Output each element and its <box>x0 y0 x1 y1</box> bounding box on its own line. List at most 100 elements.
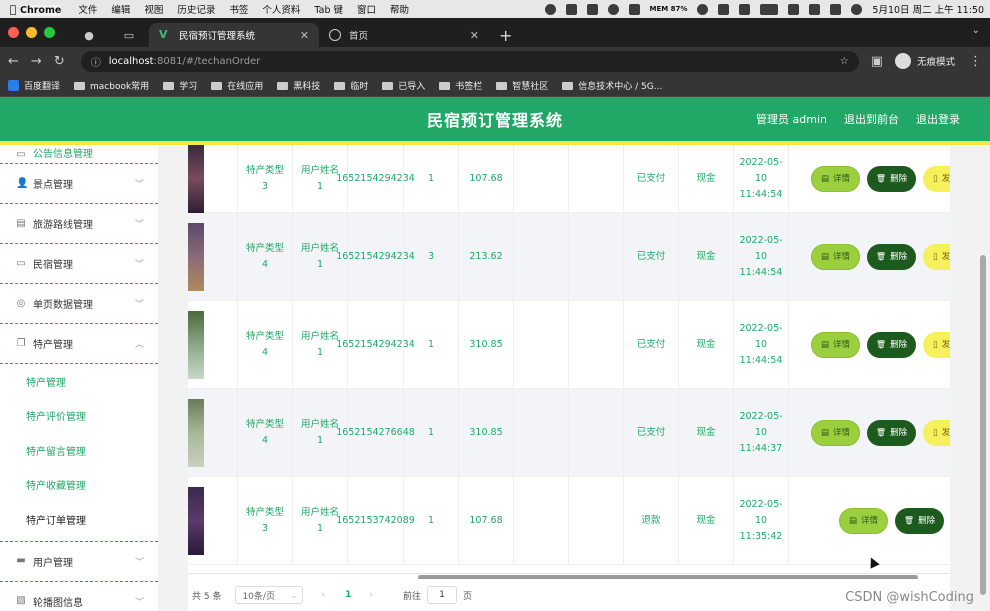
order-number-cell: 1652154276648 <box>336 389 415 476</box>
app-icon[interactable] <box>565 3 577 15</box>
sidebar-item[interactable]: ▭ 民宿管理 ﹀ <box>0 244 158 284</box>
address-bar[interactable]: ⓘ localhost :8081/#/techanOrder ☆ <box>80 50 859 72</box>
reload-icon[interactable]: ↻ <box>54 54 65 69</box>
menu-item[interactable]: 视图 <box>144 5 163 16</box>
sidebar-item[interactable]: ▤ 旅游路线管理 ﹀ <box>0 204 158 244</box>
ship-label: 发 <box>941 339 950 350</box>
menu-item[interactable]: Tab 键 <box>314 5 343 16</box>
apple-icon[interactable]:  <box>6 3 20 16</box>
ring-icon[interactable] <box>697 3 709 15</box>
tab-search-icon[interactable]: ⌄ <box>972 25 980 36</box>
minimize-window-button[interactable] <box>26 27 37 38</box>
sidebar-item[interactable]: ◎ 单页数据管理 ﹀ <box>0 284 158 324</box>
tab-close-icon[interactable]: ✕ <box>300 29 309 42</box>
bell-icon[interactable] <box>586 3 598 15</box>
tab-home[interactable]: 首页 ✕ <box>319 23 489 47</box>
ship-button[interactable]: ▯ 发 <box>923 331 950 358</box>
tab-close-icon[interactable]: ✕ <box>470 29 479 42</box>
current-page[interactable]: 1 <box>345 590 351 600</box>
pinned-tab-globe[interactable]: ● <box>69 23 109 47</box>
prev-page-icon[interactable]: ‹ <box>321 590 325 600</box>
bookmark-star-icon[interactable]: ☆ <box>840 56 849 67</box>
search-icon[interactable] <box>809 3 821 15</box>
menu-app-name[interactable]: Chrome <box>20 5 62 16</box>
sidebar-subitem[interactable]: 特产管理 <box>0 364 158 399</box>
delete-button[interactable]: 🗑 删除 <box>867 419 916 446</box>
status-cell: 已支付 <box>624 145 679 212</box>
sidebar-item-specialty[interactable]: ❐ 特产管理 ︿ <box>0 324 158 364</box>
detail-button[interactable]: ▤ 详情 <box>811 243 860 270</box>
control-center-icon[interactable] <box>830 3 842 15</box>
ship-button[interactable]: ▯ 发 <box>923 165 950 192</box>
delete-button[interactable]: 🗑 删除 <box>895 507 944 534</box>
tab-title: 民宿预订管理系统 <box>179 31 256 42</box>
delete-button[interactable]: 🗑 删除 <box>867 243 916 270</box>
info-icon[interactable]: ⓘ <box>91 54 101 69</box>
window-icon[interactable] <box>718 3 730 15</box>
logout-link[interactable]: 退出登录 <box>916 111 960 127</box>
forward-icon[interactable]: → <box>31 54 42 69</box>
bookmark-item[interactable]: 黑科技 <box>277 79 320 92</box>
mem-indicator[interactable]: MEM 87% <box>650 5 688 13</box>
back-to-front-link[interactable]: 退出到前台 <box>844 111 899 127</box>
menu-item[interactable]: 窗口 <box>357 5 376 16</box>
bookmark-item[interactable]: 已导入 <box>382 79 425 92</box>
menu-item[interactable]: 历史记录 <box>177 5 215 16</box>
vertical-scroll-thumb[interactable] <box>980 255 986 595</box>
goto-page-input[interactable]: 1 <box>426 586 457 604</box>
menu-item[interactable]: 编辑 <box>111 5 130 16</box>
bookmark-item[interactable]: 智慧社区 <box>496 79 548 92</box>
bookmark-item[interactable]: 在线应用 <box>211 79 263 92</box>
delete-button[interactable]: 🗑 删除 <box>867 165 916 192</box>
ship-button[interactable]: ▯ 发 <box>923 243 950 270</box>
product-image-cell <box>188 213 238 300</box>
sidebar-item[interactable]: ▬ 用户管理 ﹀ <box>0 542 158 582</box>
minus-icon[interactable] <box>607 3 619 15</box>
sidepanel-icon[interactable]: ▣ <box>871 54 883 69</box>
siri-icon[interactable] <box>851 3 863 15</box>
pinned-tab-blank[interactable]: ▭ <box>109 23 149 47</box>
sidebar-subitem[interactable]: 特产评价管理 <box>0 399 158 434</box>
zoom-window-button[interactable] <box>44 27 55 38</box>
detail-button[interactable]: ▤ 详情 <box>811 165 860 192</box>
menu-dots-icon[interactable]: ⋮ <box>969 54 982 69</box>
bookmark-item[interactable]: 书签栏 <box>439 79 482 92</box>
incognito-profile[interactable]: 无痕模式 <box>894 53 955 69</box>
menu-item[interactable]: 个人资料 <box>262 5 300 16</box>
sidebar-item-announcements[interactable]: ▭ 公告信息管理 <box>0 145 158 164</box>
record-icon[interactable] <box>544 3 556 15</box>
menu-item[interactable]: 文件 <box>78 5 97 16</box>
sidebar-subitem[interactable]: 特产留言管理 <box>0 433 158 468</box>
bookmark-item[interactable]: 临时 <box>334 79 368 92</box>
tab-active[interactable]: V 民宿预订管理系统 ✕ <box>149 23 319 47</box>
menu-item[interactable]: 书签 <box>229 5 248 16</box>
close-window-button[interactable] <box>8 27 19 38</box>
bookmark-item[interactable]: 信息技术中心 / 5G... <box>562 79 662 92</box>
delete-button[interactable]: 🗑 删除 <box>867 331 916 358</box>
clock[interactable]: 5月10日 周二 上午 11:50 <box>872 2 984 16</box>
detail-button[interactable]: ▤ 详情 <box>811 419 860 446</box>
bookmark-item[interactable]: 百度翻译 <box>8 79 60 92</box>
monitor-status-icon[interactable] <box>628 3 640 15</box>
sidebar-subitem[interactable]: 特产收藏管理 <box>0 468 158 503</box>
detail-button[interactable]: ▤ 详情 <box>839 507 888 534</box>
vertical-scrollbar[interactable] <box>950 145 990 611</box>
order-number-cell: 1652154294234 <box>336 213 415 300</box>
ship-button[interactable]: ▯ 发 <box>923 419 950 446</box>
bluetooth-icon[interactable] <box>739 3 751 15</box>
new-tab-button[interactable]: + <box>489 23 522 47</box>
bookmark-item[interactable]: macbook常用 <box>74 79 149 92</box>
sidebar-subitem[interactable]: 特产订单管理 <box>0 502 158 537</box>
sidebar-item[interactable]: ▧ 轮播图信息 ﹀ <box>0 582 158 611</box>
page-size-select[interactable]: 10条/页 ⌄ <box>235 586 304 604</box>
wifi-icon[interactable] <box>788 3 800 15</box>
detail-button[interactable]: ▤ 详情 <box>811 331 860 358</box>
bookmark-label: 百度翻译 <box>24 82 61 92</box>
back-icon[interactable]: ← <box>8 54 19 69</box>
bookmark-item[interactable]: 学习 <box>163 79 197 92</box>
next-page-icon[interactable]: › <box>369 590 373 600</box>
battery-icon[interactable] <box>760 3 779 15</box>
table-row: 特产类型4 用户姓名1 1652154276648 1 310.85 已支付 现金 2022-… <box>188 389 950 477</box>
sidebar-item[interactable]: 👤 景点管理 ﹀ <box>0 164 158 204</box>
menu-item[interactable]: 帮助 <box>390 5 409 16</box>
